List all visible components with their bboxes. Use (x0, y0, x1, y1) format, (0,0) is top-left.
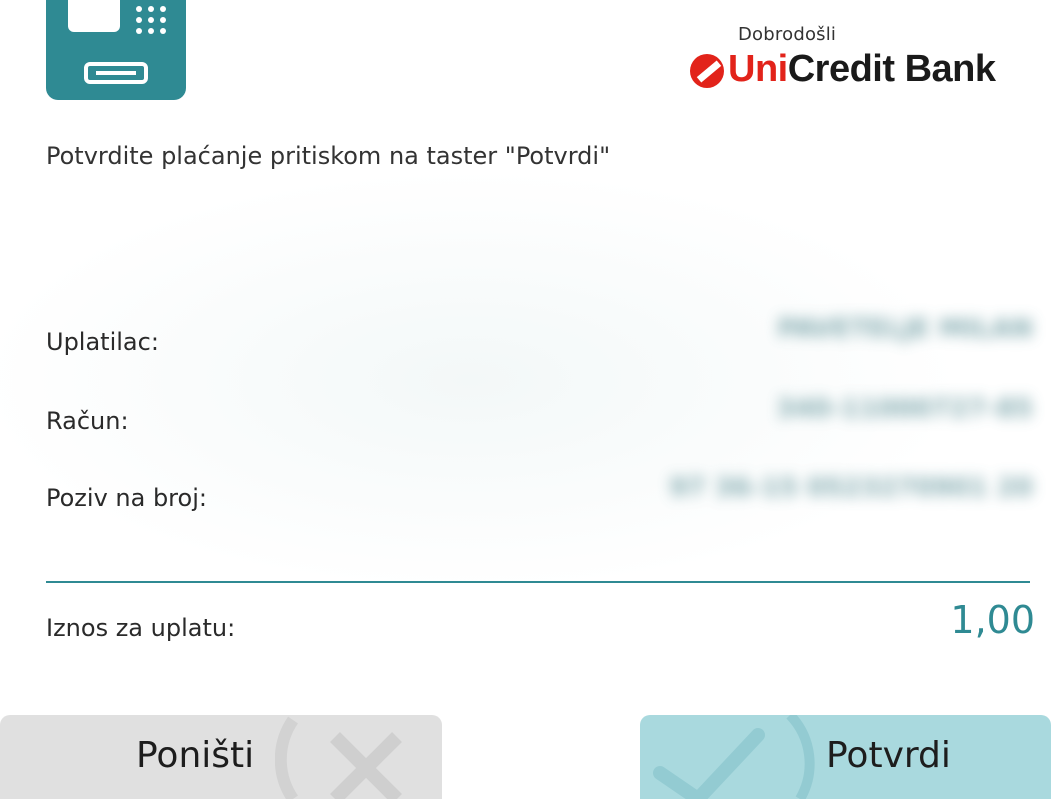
brand-prefix: Uni (728, 48, 788, 90)
cancel-button[interactable]: Poništi (0, 715, 442, 799)
atm-card-slot-shape (84, 62, 148, 84)
bank-logo: Dobrodošli UniCredit Bank (690, 22, 1010, 92)
amount-label: Iznos za uplatu: (46, 614, 236, 642)
cancel-button-label: Poništi (136, 735, 255, 776)
atm-icon (46, 0, 186, 100)
bank-name: UniCredit Bank (728, 48, 996, 91)
payer-label: Uplatilac: (46, 328, 159, 356)
atm-keypad-shape (136, 6, 170, 34)
amount-value: 1,00 (950, 598, 1035, 642)
reference-value: 97 36-15 0523270901 20 (669, 473, 1033, 503)
brand-suffix: Credit Bank (787, 48, 996, 90)
atm-payment-screen: Dobrodošli UniCredit Bank Potvrdite plać… (0, 0, 1051, 799)
welcome-text: Dobrodošli (738, 24, 837, 45)
account-label: Račun: (46, 407, 129, 435)
confirm-button-label: Potvrdi (826, 735, 951, 776)
atm-screen-shape (68, 0, 120, 32)
x-icon (275, 716, 402, 799)
unicredit-logo-icon (690, 54, 724, 88)
payer-value: PAVETELJE MILAN (777, 314, 1033, 344)
reference-label: Poziv na broj: (46, 484, 207, 512)
confirmation-instruction: Potvrdite plaćanje pritiskom na taster "… (46, 142, 611, 170)
check-icon (653, 715, 815, 799)
divider (46, 581, 1030, 583)
confirm-button[interactable]: Potvrdi (640, 715, 1051, 799)
account-value: 340-11000727-85 (776, 394, 1033, 424)
